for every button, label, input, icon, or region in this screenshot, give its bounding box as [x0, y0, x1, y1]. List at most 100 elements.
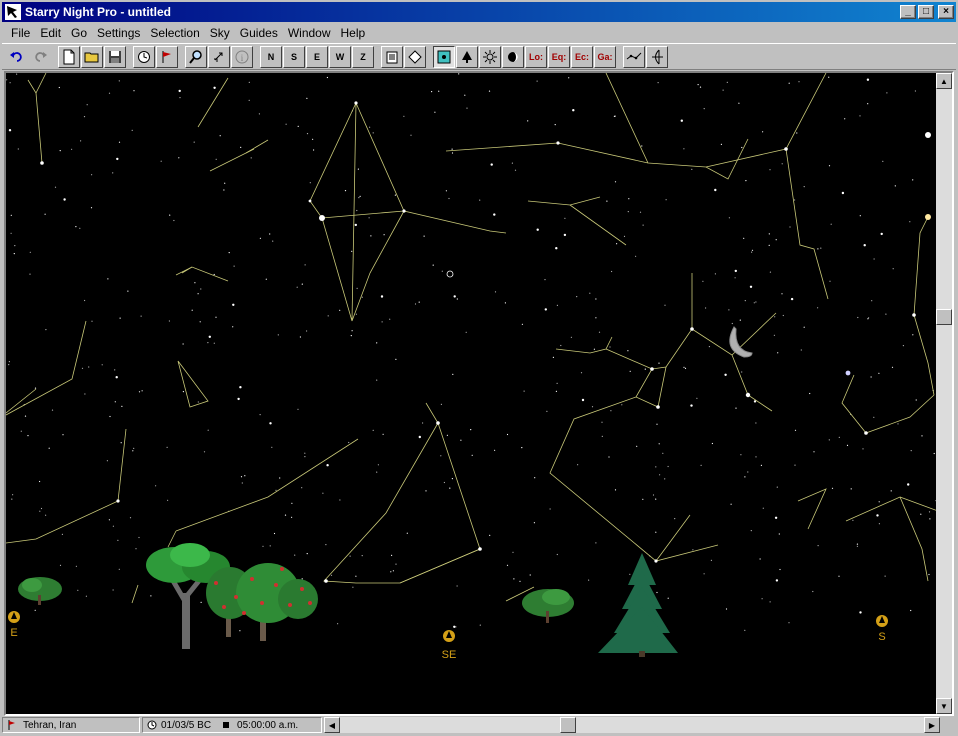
star [370, 235, 372, 237]
scroll-right-button[interactable]: ▶ [924, 717, 940, 733]
look-zenith-button[interactable]: Z [352, 45, 374, 68]
star [304, 264, 306, 266]
star [45, 329, 47, 331]
horizontal-scroll-thumb[interactable] [560, 717, 576, 733]
find-button[interactable] [185, 45, 207, 68]
star [456, 585, 458, 587]
star [817, 307, 819, 309]
menu-guides[interactable]: Guides [235, 26, 283, 40]
open-folder-button[interactable] [81, 45, 103, 68]
star [258, 113, 260, 115]
menu-settings[interactable]: Settings [92, 26, 145, 40]
star [536, 80, 538, 82]
star [380, 295, 384, 298]
menu-go[interactable]: Go [66, 26, 92, 40]
horizontal-scrollbar[interactable]: ◀ ▶ [324, 717, 940, 733]
east-marker-icon [8, 611, 20, 623]
star [595, 542, 597, 544]
menu-selection[interactable]: Selection [145, 26, 204, 40]
star [859, 115, 861, 117]
redo-button[interactable] [29, 45, 51, 68]
star [714, 188, 717, 192]
horizon-toggle[interactable] [456, 45, 478, 68]
star [215, 158, 217, 160]
star [928, 511, 931, 513]
location-button[interactable] [156, 45, 178, 68]
star [361, 296, 363, 298]
menu-file[interactable]: File [6, 26, 35, 40]
star [269, 422, 272, 425]
star [789, 226, 791, 228]
star [84, 299, 86, 302]
star [722, 89, 724, 91]
star [120, 442, 122, 444]
star [135, 548, 137, 550]
star [761, 598, 763, 600]
star [240, 146, 242, 148]
star [208, 335, 211, 338]
vertical-scroll-thumb[interactable] [936, 309, 952, 325]
galactic-grid-toggle[interactable]: Ga: [594, 45, 616, 68]
look-south-button[interactable]: S [283, 45, 305, 68]
time-button[interactable] [133, 45, 155, 68]
local-grid-toggle[interactable]: Lo: [525, 45, 547, 68]
menu-sky[interactable]: Sky [205, 26, 235, 40]
star [829, 280, 831, 282]
star [448, 197, 450, 200]
size-grip[interactable] [940, 717, 956, 733]
star [803, 186, 805, 188]
star [250, 157, 252, 159]
vertical-scrollbar[interactable]: ▲ ▼ [936, 73, 952, 714]
star [339, 309, 341, 311]
sky-view[interactable] [6, 73, 938, 714]
star [191, 309, 193, 311]
star [297, 408, 299, 410]
flag-icon [162, 50, 171, 63]
datetime-cell[interactable]: 01/03/5 BC 05:00:00 a.m. [142, 717, 322, 733]
star [284, 514, 287, 516]
planets-toggle[interactable] [502, 45, 524, 68]
look-north-button[interactable]: N [260, 45, 282, 68]
look-east-button[interactable]: E [306, 45, 328, 68]
ecliptic-grid-toggle[interactable]: Ec: [571, 45, 593, 68]
star [239, 386, 242, 389]
close-button[interactable]: × [938, 5, 954, 19]
maximize-button[interactable]: □ [918, 5, 934, 19]
new-file-icon [63, 49, 75, 64]
star [440, 455, 442, 457]
center-button[interactable] [404, 45, 426, 68]
star [213, 342, 215, 344]
star [710, 559, 713, 561]
star [768, 244, 770, 246]
daylight-toggle[interactable] [479, 45, 501, 68]
star [414, 303, 417, 305]
star [425, 490, 427, 492]
star [39, 480, 41, 483]
star [418, 301, 420, 303]
save-button[interactable] [104, 45, 126, 68]
look-west-button[interactable]: W [329, 45, 351, 68]
options-button[interactable] [381, 45, 403, 68]
scroll-left-button[interactable]: ◀ [324, 717, 340, 733]
location-flag-icon [8, 720, 15, 730]
star [831, 487, 834, 489]
menu-help[interactable]: Help [336, 26, 371, 40]
scroll-up-button[interactable]: ▲ [936, 73, 952, 89]
undo-button[interactable] [6, 45, 28, 68]
location-cell[interactable]: Tehran, Iran [2, 717, 140, 733]
menu-edit[interactable]: Edit [35, 26, 66, 40]
constellation-figures-toggle[interactable] [646, 45, 668, 68]
star [101, 364, 103, 366]
scroll-down-button[interactable]: ▼ [936, 698, 952, 714]
stars-toggle[interactable] [433, 45, 455, 68]
info-button[interactable]: i [231, 45, 253, 68]
menu-window[interactable]: Window [283, 26, 336, 40]
new-file-button[interactable] [58, 45, 80, 68]
zoom-button[interactable] [208, 45, 230, 68]
star [213, 273, 215, 276]
constellation-lines-toggle[interactable] [623, 45, 645, 68]
equatorial-grid-toggle[interactable]: Eq: [548, 45, 570, 68]
toolbar: i N S E W Z Lo: Eq: Ec: Ga: [2, 43, 956, 70]
star [775, 579, 779, 582]
minimize-button[interactable]: _ [900, 5, 916, 19]
